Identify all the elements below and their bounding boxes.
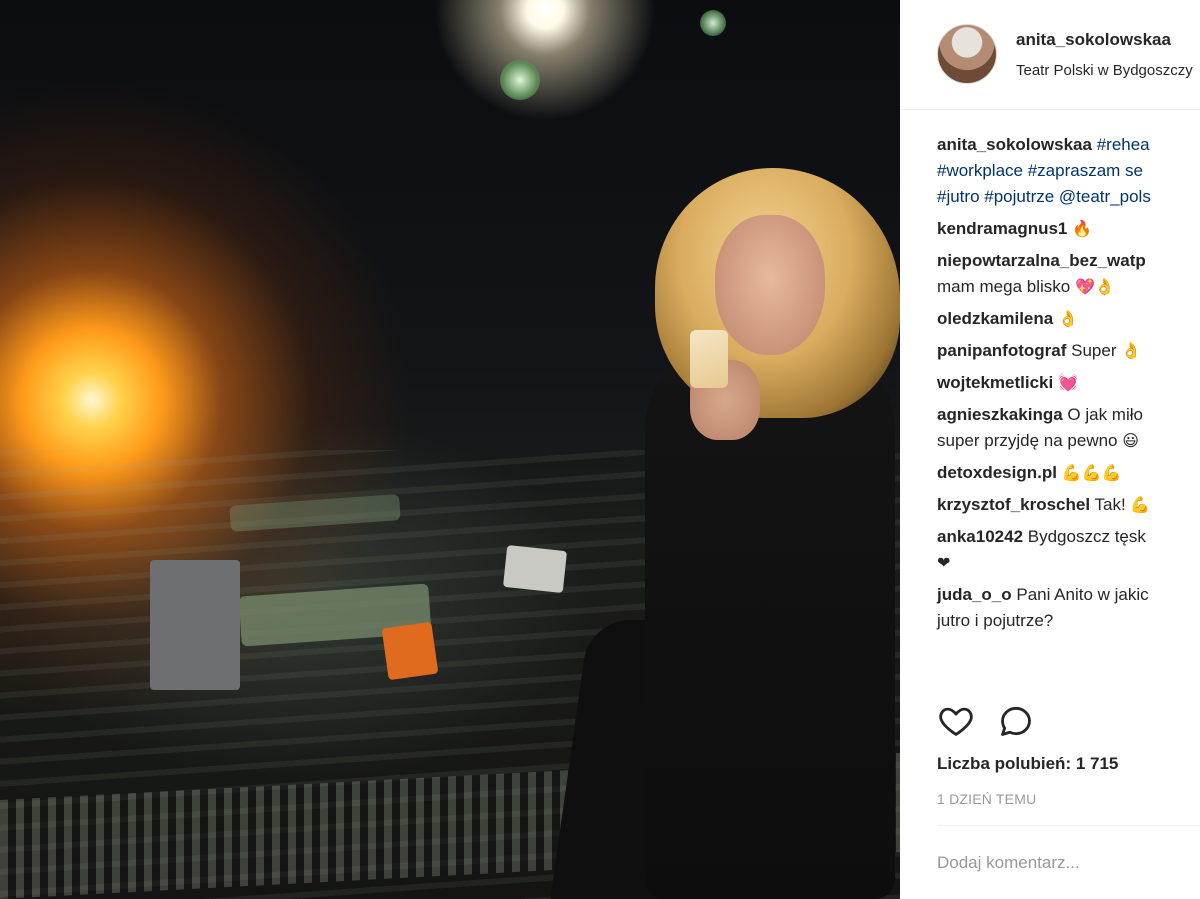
smartphone xyxy=(690,330,728,388)
comment-username[interactable]: oledzkamilena xyxy=(937,309,1053,328)
post-timestamp[interactable]: 1 DZIEŃ TEMU xyxy=(937,791,1036,807)
list-item: agnieszkakinga O jak miło xyxy=(937,402,1200,428)
comment-line: jutro i pojutrze? xyxy=(937,608,1200,634)
comment-emoji: 💖👌 xyxy=(1074,277,1115,296)
caption: anita_sokolowskaa #rehea xyxy=(937,132,1200,158)
comment-icon[interactable] xyxy=(997,702,1035,740)
caption-hashtags[interactable]: #workplace #zapraszam se xyxy=(937,161,1143,180)
add-comment-section xyxy=(937,825,1200,899)
comment-emoji: 💪💪💪 xyxy=(1061,463,1122,482)
comment-username[interactable]: agnieszkakinga xyxy=(937,405,1063,424)
stage-light xyxy=(700,10,726,36)
caption-line: #jutro #pojutrze @teatr_pols xyxy=(937,184,1200,210)
comment-text: Pani Anito w jakic xyxy=(1016,585,1149,604)
list-item: kendramagnus1 🔥 xyxy=(937,216,1200,242)
list-item: oledzkamilena 👌 xyxy=(937,306,1200,332)
list-item: detoxdesign.pl 💪💪💪 xyxy=(937,460,1200,486)
caption-hashtags[interactable]: #rehea xyxy=(1097,135,1150,154)
list-item: anka10242 Bydgoszcz tęsk xyxy=(937,524,1200,550)
post-actions xyxy=(937,702,1200,742)
comment-emoji: 💪 xyxy=(1130,495,1151,514)
add-comment-input[interactable] xyxy=(937,848,1200,878)
header-location[interactable]: Teatr Polski w Bydgoszczy xyxy=(1016,62,1193,79)
post-sidebar: anita_sokolowskaa Teatr Polski w Bydgosz… xyxy=(900,0,1200,899)
comments-list: anita_sokolowskaa #rehea #workplace #zap… xyxy=(937,132,1200,634)
comment-username[interactable]: juda_o_o xyxy=(937,585,1012,604)
comment-line: super przyjdę na pewno 😃 xyxy=(937,428,1200,454)
list-item: krzysztof_kroschel Tak! 💪 xyxy=(937,492,1200,518)
comment-emoji: 👌 xyxy=(1057,309,1078,328)
person-face xyxy=(715,215,825,355)
comment-username[interactable]: niepowtarzalna_bez_watp xyxy=(937,251,1146,270)
comment-text: Bydgoszcz tęsk xyxy=(1027,527,1146,546)
comment-line: mam mega blisko 💖👌 xyxy=(937,274,1200,300)
list-item: niepowtarzalna_bez_watp xyxy=(937,248,1200,274)
comment-emoji: 💓 xyxy=(1057,373,1078,392)
person-body xyxy=(645,340,895,899)
list-item: juda_o_o Pani Anito w jakic xyxy=(937,582,1200,608)
header-username[interactable]: anita_sokolowskaa xyxy=(1016,30,1171,50)
comment-username[interactable]: krzysztof_kroschel xyxy=(937,495,1090,514)
comment-text: O jak miło xyxy=(1067,405,1143,424)
comment-username[interactable]: panipanfotograf xyxy=(937,341,1066,360)
comment-text: jutro i pojutrze? xyxy=(937,611,1054,630)
likes-count[interactable]: Liczba polubień: 1 715 xyxy=(937,754,1118,774)
list-item: wojtekmetlicki 💓 xyxy=(937,370,1200,396)
stage-telephone xyxy=(502,544,568,594)
stage-orange-box xyxy=(381,621,439,681)
post-photo[interactable] xyxy=(0,0,900,899)
heart-icon[interactable] xyxy=(937,702,975,740)
comment-emoji: ❤ xyxy=(937,553,951,572)
comment-text: Super xyxy=(1071,341,1117,360)
stage-bin xyxy=(150,560,240,690)
comment-emoji: 😃 xyxy=(1122,431,1139,450)
comment-emoji: 👌 xyxy=(1121,341,1142,360)
stage-light xyxy=(500,60,540,100)
comment-username[interactable]: wojtekmetlicki xyxy=(937,373,1053,392)
avatar[interactable] xyxy=(937,24,997,84)
comment-text: Tak! xyxy=(1094,495,1126,514)
caption-username[interactable]: anita_sokolowskaa xyxy=(937,135,1092,154)
comment-text: mam mega blisko xyxy=(937,277,1071,296)
comment-text: super przyjdę na pewno xyxy=(937,431,1118,450)
comment-username[interactable]: anka10242 xyxy=(937,527,1023,546)
comment-line: ❤ xyxy=(937,550,1200,576)
comment-username[interactable]: kendramagnus1 xyxy=(937,219,1067,238)
comment-emoji: 🔥 xyxy=(1072,219,1093,238)
list-item: panipanfotograf Super 👌 xyxy=(937,338,1200,364)
post-header: anita_sokolowskaa Teatr Polski w Bydgosz… xyxy=(900,0,1200,110)
comment-username[interactable]: detoxdesign.pl xyxy=(937,463,1057,482)
caption-hashtags[interactable]: #jutro #pojutrze @teatr_pols xyxy=(937,187,1151,206)
caption-line: #workplace #zapraszam se xyxy=(937,158,1200,184)
